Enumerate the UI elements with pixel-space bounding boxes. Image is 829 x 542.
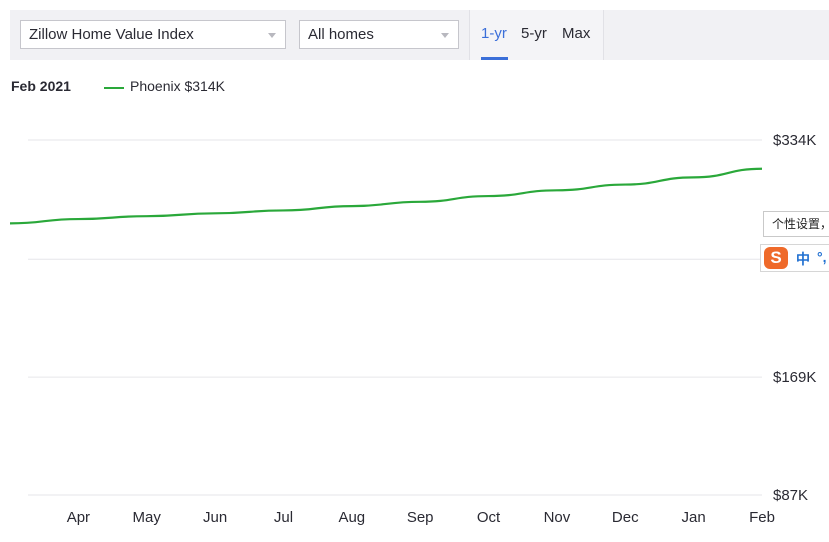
sogou-logo-icon[interactable]: S: [764, 247, 788, 269]
line-chart: $334K $169K $87K Apr May Jun Jul Aug Sep Oct Nov De…: [9, 132, 816, 526]
ime-status-bar[interactable]: S 中 °,: [760, 244, 829, 272]
x-tick-label: Apr: [67, 509, 90, 526]
x-tick-label: May: [133, 509, 162, 526]
series-line-phoenix[interactable]: [9, 167, 763, 225]
x-tick-label: Aug: [338, 509, 365, 526]
x-tick-label: Jan: [682, 509, 706, 526]
x-tick-label: Dec: [612, 509, 639, 526]
ime-punctuation-toggle[interactable]: °,: [817, 249, 827, 265]
ime-tooltip: 个性设置，: [763, 211, 829, 237]
x-tick-label: Jun: [203, 509, 227, 526]
y-tick-label: $334K: [773, 132, 816, 149]
x-tick-label: Nov: [544, 509, 571, 526]
x-tick-label: Sep: [407, 509, 434, 526]
x-tick-label: Jul: [274, 509, 293, 526]
x-tick-label: Oct: [477, 509, 501, 526]
ime-mode-toggle[interactable]: 中: [796, 249, 810, 269]
y-tick-label: $87K: [773, 487, 808, 504]
y-tick-label: $169K: [773, 369, 816, 386]
x-tick-label: Feb: [749, 509, 775, 526]
